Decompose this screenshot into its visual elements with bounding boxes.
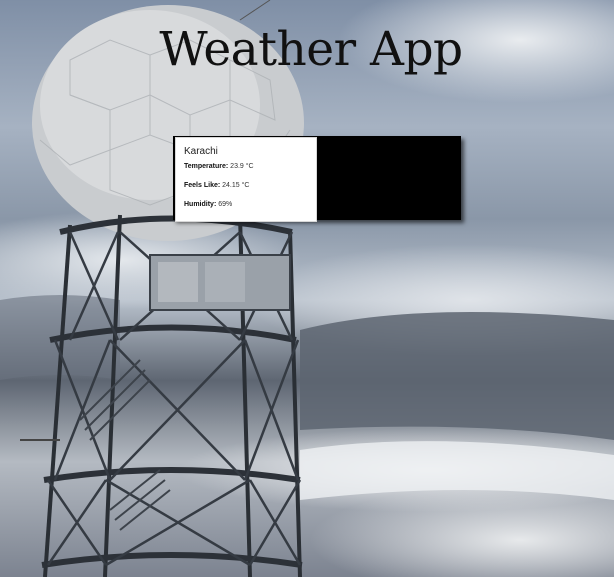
temperature-row: Temperature: 23.9 °C (184, 163, 316, 170)
humidity-row: Humidity: 69% (184, 201, 316, 208)
feels-like-label: Feels Like: (184, 182, 221, 189)
background-photo (0, 0, 614, 577)
temperature-label: Temperature: (184, 163, 229, 170)
humidity-label: Humidity: (184, 201, 217, 208)
feels-like-value: 24.15 °C (222, 182, 250, 189)
app-title: Weather App (159, 22, 463, 77)
weather-card: Karachi Temperature: 23.9 °C Feels Like:… (175, 137, 317, 222)
city-name: Karachi (184, 146, 218, 157)
radar-tower-illustration (0, 0, 614, 577)
feels-like-row: Feels Like: 24.15 °C (184, 182, 316, 189)
humidity-value: 69% (218, 201, 233, 208)
temperature-value: 23.9 °C (230, 163, 254, 170)
